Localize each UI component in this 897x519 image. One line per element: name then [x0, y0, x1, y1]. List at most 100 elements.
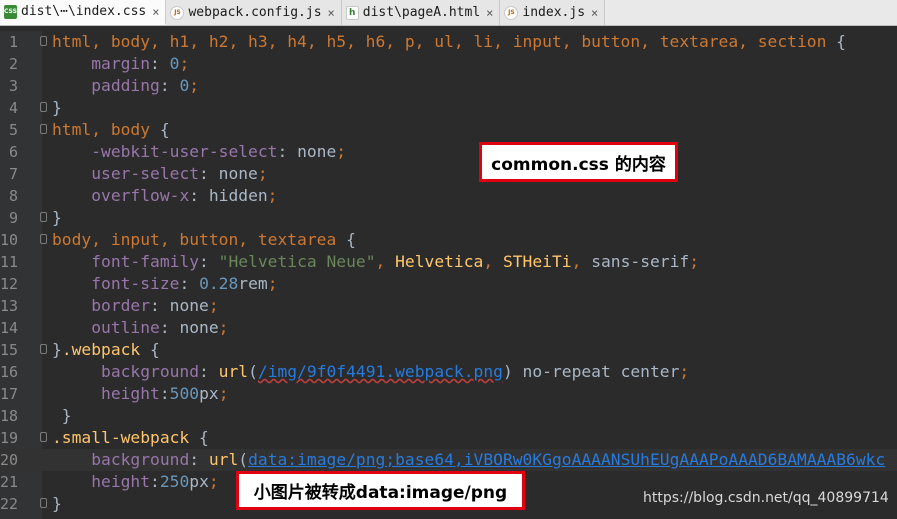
code-text: user-select: none;	[52, 163, 268, 185]
code-token: user-select	[91, 164, 200, 183]
code-token: ;	[218, 384, 229, 403]
line-number: 20	[0, 451, 19, 469]
code-token: ;	[679, 362, 690, 381]
code-token: ;	[257, 164, 268, 183]
code-token: height	[101, 384, 160, 403]
code-line: 12 font-size: 0.28rem;	[0, 273, 897, 295]
code-token: ;	[189, 76, 200, 95]
code-token: background	[91, 450, 190, 469]
code-token: ;	[267, 274, 278, 293]
code-token: ) no-repeat center	[502, 362, 680, 381]
code-token: }	[52, 494, 62, 513]
line-number: 1	[8, 33, 18, 51]
line-number: 16	[0, 363, 19, 381]
annotation-data-url: 小图片被转成data:image/png	[236, 471, 525, 510]
code-token: 500	[169, 384, 200, 403]
code-token: ,	[483, 252, 503, 271]
fold-icon[interactable]	[40, 344, 47, 354]
code-text: .small-webpack {	[52, 427, 209, 449]
code-line: 15}.webpack {	[0, 339, 897, 361]
code-token: ;	[267, 186, 278, 205]
fold-icon[interactable]	[40, 36, 47, 46]
close-icon[interactable]: ×	[326, 6, 335, 20]
editor-tab-bar: CSS dist\⋯\index.css × JS webpack.config.js ×…	[0, 0, 897, 26]
close-icon[interactable]: ×	[150, 5, 159, 19]
code-token: ;	[336, 142, 347, 161]
code-token: 250	[159, 472, 190, 491]
line-number: 17	[0, 385, 19, 403]
code-token: px	[189, 472, 209, 491]
fold-icon[interactable]	[40, 498, 47, 508]
tab-index-js[interactable]: JS index.js ×	[500, 0, 606, 25]
close-icon[interactable]: ×	[484, 6, 493, 20]
code-text: background: url(/img/9f0f4491.webpack.pn…	[52, 361, 689, 383]
tab-label: dist\pageA.html	[362, 5, 481, 20]
code-token: :	[150, 54, 170, 73]
code-line: 5 html, body {	[0, 119, 897, 141]
code-text: -webkit-user-select: none;	[52, 141, 346, 163]
line-number: 7	[8, 165, 18, 183]
code-token: :	[150, 472, 160, 491]
code-text: }	[52, 405, 72, 427]
code-line: 1 html, body, h1, h2, h3, h4, h5, h6, p, …	[0, 31, 897, 53]
code-token: {	[836, 32, 846, 51]
code-line: 20 background: url(data:image/png;base64…	[0, 449, 897, 471]
close-icon[interactable]: ×	[589, 6, 598, 20]
code-token: : none	[159, 318, 219, 337]
tab-dist-pagea-html[interactable]: h dist\pageA.html ×	[341, 0, 501, 25]
code-token: 0	[179, 76, 190, 95]
code-line: 13 border: none;	[0, 295, 897, 317]
fold-icon[interactable]	[40, 124, 47, 134]
code-token: ;	[179, 54, 190, 73]
code-token: ,	[375, 252, 396, 271]
line-number: 9	[8, 209, 18, 227]
tab-webpack-config-js[interactable]: JS webpack.config.js ×	[166, 0, 342, 25]
tab-label: webpack.config.js	[188, 5, 322, 20]
code-line: 17 height:500px;	[0, 383, 897, 405]
line-number: 4	[8, 99, 18, 117]
code-token: : none	[277, 142, 337, 161]
code-token: font-family	[91, 252, 200, 271]
line-number: 18	[0, 407, 19, 425]
code-token: margin	[91, 54, 151, 73]
code-token: sans-serif	[591, 252, 690, 271]
fold-icon[interactable]	[40, 432, 47, 442]
code-token: }	[52, 208, 62, 227]
code-token: body, input, button, textarea	[52, 230, 347, 249]
code-line: 11 font-family: "Helvetica Neue", Helvet…	[0, 251, 897, 273]
code-token: .small-webpack	[52, 428, 200, 447]
tab-dist-index-css[interactable]: CSS dist\⋯\index.css ×	[0, 0, 167, 25]
code-token: {	[159, 120, 170, 139]
code-token: Helvetica	[395, 252, 484, 271]
line-number: 19	[0, 429, 19, 447]
code-token: outline	[91, 318, 160, 337]
code-line: 16 background: url(/img/9f0f4491.webpack…	[0, 361, 897, 383]
code-line: 18 }	[0, 405, 897, 427]
code-token: :	[159, 384, 170, 403]
code-token: {	[150, 340, 160, 359]
code-text: }	[52, 97, 62, 119]
code-text: margin: 0;	[52, 53, 189, 75]
code-token: "Helvetica Neue"	[218, 252, 376, 271]
fold-icon[interactable]	[40, 212, 47, 222]
code-token: overflow-x	[91, 186, 190, 205]
line-number: 13	[0, 297, 19, 315]
code-text: html, body {	[52, 119, 170, 141]
code-token: html, body	[52, 120, 160, 139]
code-line: 8 overflow-x: hidden;	[0, 185, 897, 207]
code-token: -webkit-user-select	[91, 142, 278, 161]
fold-icon[interactable]	[40, 234, 47, 244]
code-line: 6 -webkit-user-select: none;	[0, 141, 897, 163]
code-token: : none	[150, 296, 209, 315]
code-token: url	[208, 450, 239, 469]
fold-icon[interactable]	[40, 102, 47, 112]
code-text: overflow-x: hidden;	[52, 185, 277, 207]
watermark: https://blog.csdn.net/qq_40899714	[643, 490, 889, 506]
